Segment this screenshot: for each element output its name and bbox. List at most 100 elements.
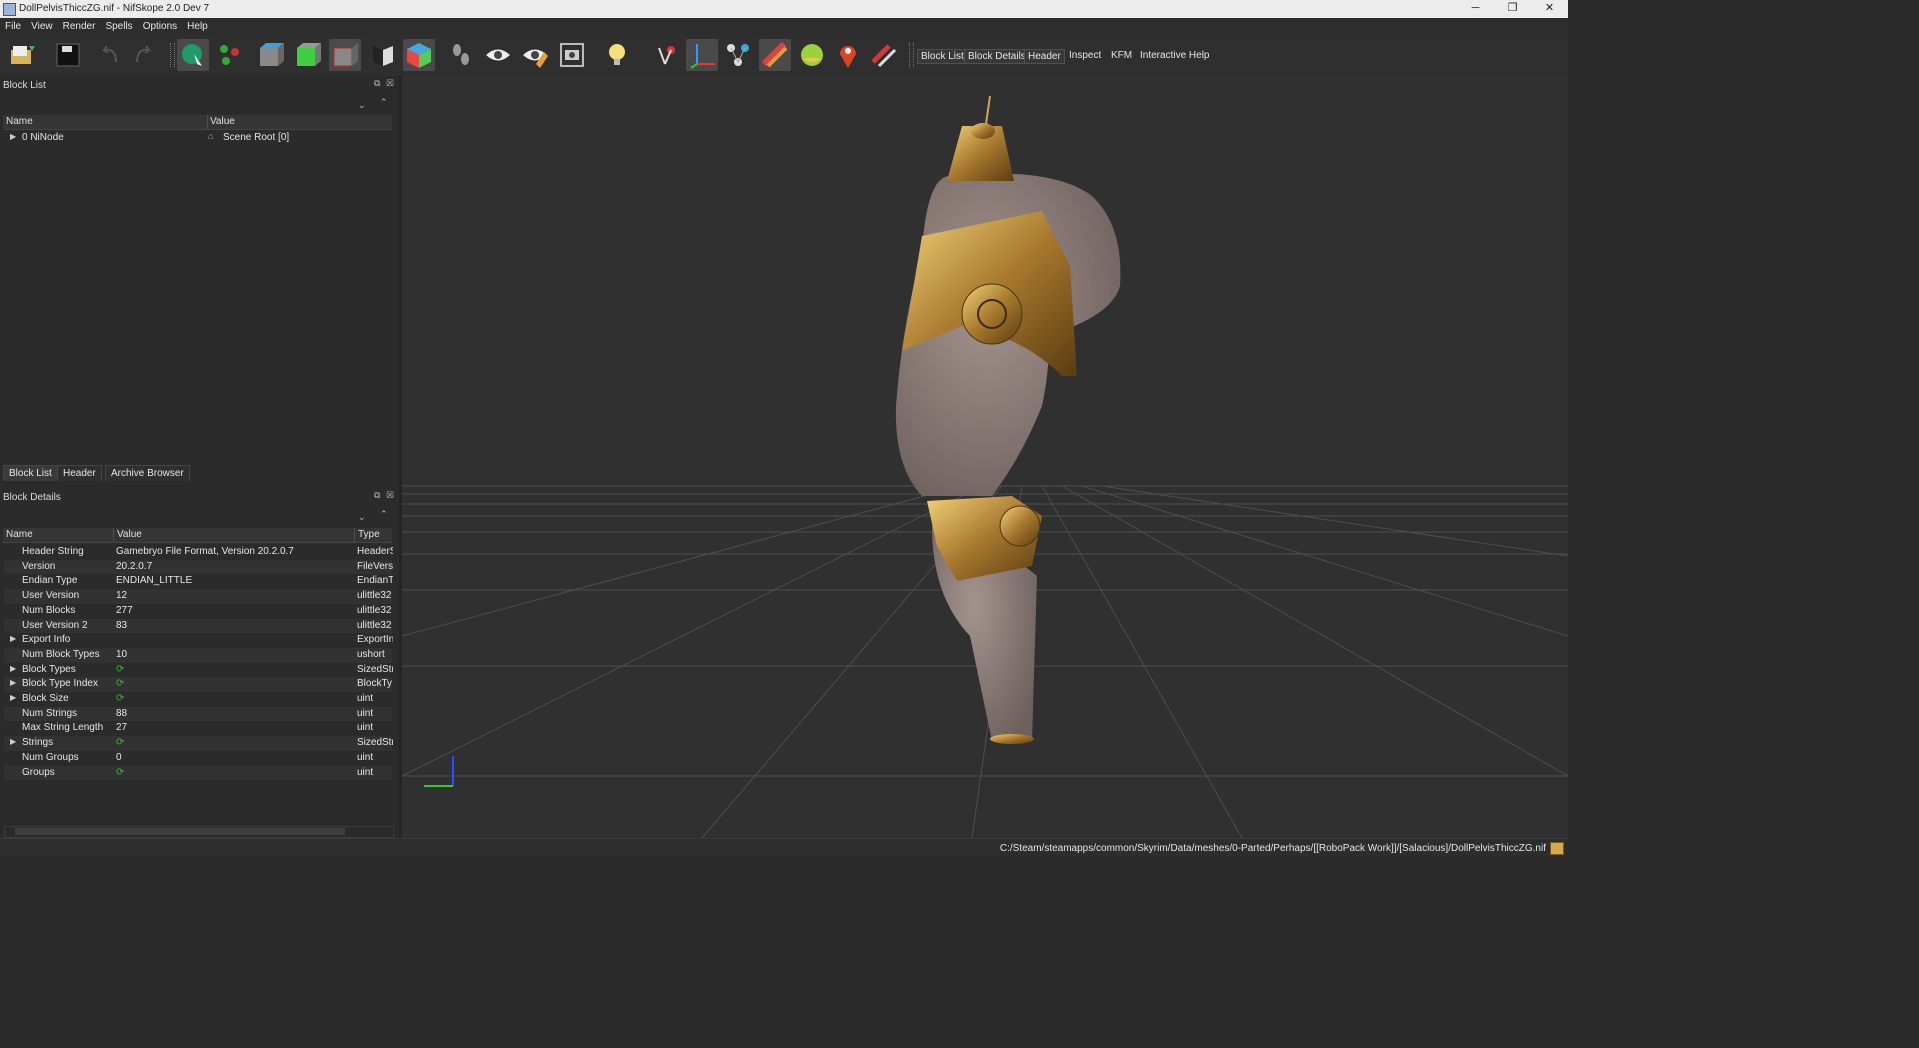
toolbar-interactive-help-button[interactable]: Interactive Help (1137, 49, 1212, 62)
toolbar-block-details-button[interactable]: Block Details (964, 49, 1030, 64)
toolbar-header-button[interactable]: Header (1024, 49, 1065, 64)
expand-arrow-icon[interactable]: ▶ (10, 634, 16, 643)
field-type: SizedStri (357, 663, 393, 675)
menu-view[interactable]: View (26, 18, 58, 35)
menu-spells[interactable]: Spells (100, 18, 137, 35)
redo-icon[interactable] (128, 39, 160, 71)
table-row[interactable]: Endian Type ENDIAN_LITTLE EndianT (4, 574, 393, 589)
field-value[interactable]: Gamebryo File Format, Version 20.2.0.7 (116, 546, 294, 557)
view-side-icon[interactable] (329, 39, 361, 71)
show-markers-icon[interactable] (832, 39, 864, 71)
table-row[interactable]: User Version 12 ulittle32 (4, 589, 392, 604)
expand-arrow-icon[interactable]: ▶ (10, 693, 16, 702)
refresh-icon[interactable]: ⟳ (116, 693, 124, 704)
table-row[interactable]: Header String Gamebryo File Format, Versi… (4, 545, 393, 560)
float-icon[interactable]: ⧉ (374, 78, 380, 89)
undo-icon[interactable] (93, 39, 125, 71)
column-value[interactable]: Value (210, 116, 235, 127)
close-panel-icon[interactable]: ☒ (386, 78, 394, 89)
collapse-all-icon[interactable]: ⌄ (358, 512, 366, 523)
scrollbar-thumb[interactable] (15, 828, 345, 835)
screenshot-icon[interactable] (556, 39, 588, 71)
field-value[interactable]: 277 (116, 605, 133, 616)
load-icon[interactable] (6, 39, 38, 71)
show-hidden-icon[interactable] (482, 39, 514, 71)
folder-icon[interactable] (1550, 842, 1564, 855)
3d-viewport[interactable] (402, 76, 1568, 838)
view-top-icon[interactable] (255, 39, 287, 71)
show-axes-icon[interactable] (686, 39, 718, 71)
minimize-button[interactable]: ─ (1457, 0, 1494, 18)
refresh-icon[interactable]: ⟳ (116, 664, 124, 675)
table-row[interactable]: Version 20.2.0.7 FileVersi (4, 559, 393, 575)
select-tool-icon[interactable] (650, 39, 682, 71)
menu-render[interactable]: Render (58, 18, 101, 35)
show-skeleton-icon[interactable] (722, 39, 754, 71)
column-name[interactable]: Name (6, 116, 33, 127)
table-row[interactable]: Num Blocks 277 ulittle32 (4, 604, 392, 619)
table-row[interactable]: Num Groups 0 uint (4, 751, 392, 766)
table-row[interactable]: ▶ Block Type Index ⟳ BlockTy (4, 677, 392, 692)
toolbar-inspect-button[interactable]: Inspect (1066, 49, 1104, 62)
expand-arrow-icon[interactable]: ▶ (10, 132, 16, 141)
table-row[interactable]: Num Strings 88 uint (4, 706, 392, 722)
horizontal-scrollbar[interactable] (4, 826, 394, 838)
select-object-icon[interactable] (177, 39, 209, 71)
table-row[interactable]: ▶ Block Types ⟳ SizedStri (4, 663, 393, 678)
close-button[interactable]: ✕ (1531, 0, 1568, 18)
show-constraints-icon[interactable] (796, 39, 828, 71)
show-havok-icon[interactable] (868, 39, 900, 71)
walk-mode-icon[interactable] (445, 39, 477, 71)
expand-all-icon[interactable]: ⌃ (380, 97, 388, 108)
table-row[interactable]: Max String Length 27 uint (4, 721, 392, 736)
collapse-all-icon[interactable]: ⌄ (358, 100, 366, 111)
field-value[interactable]: 20.2.0.7 (116, 561, 152, 572)
refresh-icon[interactable]: ⟳ (116, 767, 124, 778)
field-value[interactable]: 12 (116, 590, 127, 601)
column-name[interactable]: Name (6, 529, 33, 540)
field-value[interactable]: ENDIAN_LITTLE (116, 575, 192, 586)
table-row[interactable]: User Version 2 83 ulittle32 (4, 618, 392, 634)
table-row[interactable]: Groups ⟳ uint (4, 765, 392, 781)
save-icon[interactable] (52, 39, 84, 71)
toolbar-grip[interactable] (170, 43, 175, 67)
column-type[interactable]: Type (358, 529, 380, 540)
field-value[interactable]: 10 (116, 649, 127, 660)
menu-help[interactable]: Help (182, 18, 213, 35)
menu-file[interactable]: File (0, 18, 26, 35)
expand-all-icon[interactable]: ⌃ (380, 509, 388, 520)
restore-button[interactable]: ❐ (1494, 0, 1531, 18)
close-panel-icon[interactable]: ☒ (386, 490, 394, 501)
expand-arrow-icon[interactable]: ▶ (10, 664, 16, 673)
view-user-icon[interactable] (403, 39, 435, 71)
expand-arrow-icon[interactable]: ▶ (10, 737, 16, 746)
field-value[interactable]: 83 (116, 620, 127, 631)
refresh-icon[interactable]: ⟳ (116, 678, 124, 689)
toolbar-block-list-button[interactable]: Block List (917, 49, 968, 64)
block-list-row[interactable]: ▶ 0 NiNode ⌂ Scene Root [0] (4, 131, 392, 146)
view-front-icon[interactable] (292, 39, 324, 71)
column-value[interactable]: Value (117, 529, 142, 540)
lighting-icon[interactable] (601, 39, 633, 71)
table-row[interactable]: ▶ Block Size ⟳ uint (4, 692, 392, 707)
float-icon[interactable]: ⧉ (374, 490, 380, 501)
refresh-icon[interactable]: ⟳ (116, 737, 124, 748)
field-value[interactable]: 0 (116, 752, 122, 763)
field-value[interactable]: 88 (116, 708, 127, 719)
show-nodes-icon[interactable] (519, 39, 551, 71)
tab-archive-browser[interactable]: Archive Browser (105, 465, 190, 481)
field-name: Block Type Index (22, 678, 98, 690)
view-perspective-icon[interactable] (366, 39, 398, 71)
show-collision-icon[interactable] (759, 39, 791, 71)
expand-arrow-icon[interactable]: ▶ (10, 678, 16, 687)
field-value[interactable]: 27 (116, 722, 127, 733)
table-row[interactable]: ▶ Export Info ExportIn (4, 633, 393, 648)
select-vertex-icon[interactable] (214, 39, 246, 71)
table-row[interactable]: ▶ Strings ⟳ SizedStri (4, 736, 393, 751)
toolbar-kfm-button[interactable]: KFM (1108, 49, 1135, 62)
tab-header[interactable]: Header (57, 465, 102, 481)
table-row[interactable]: Num Block Types 10 ushort (4, 647, 392, 663)
menu-options[interactable]: Options (138, 18, 182, 35)
tab-block-list[interactable]: Block List (3, 465, 58, 481)
toolbar-grip-2[interactable] (909, 43, 914, 67)
